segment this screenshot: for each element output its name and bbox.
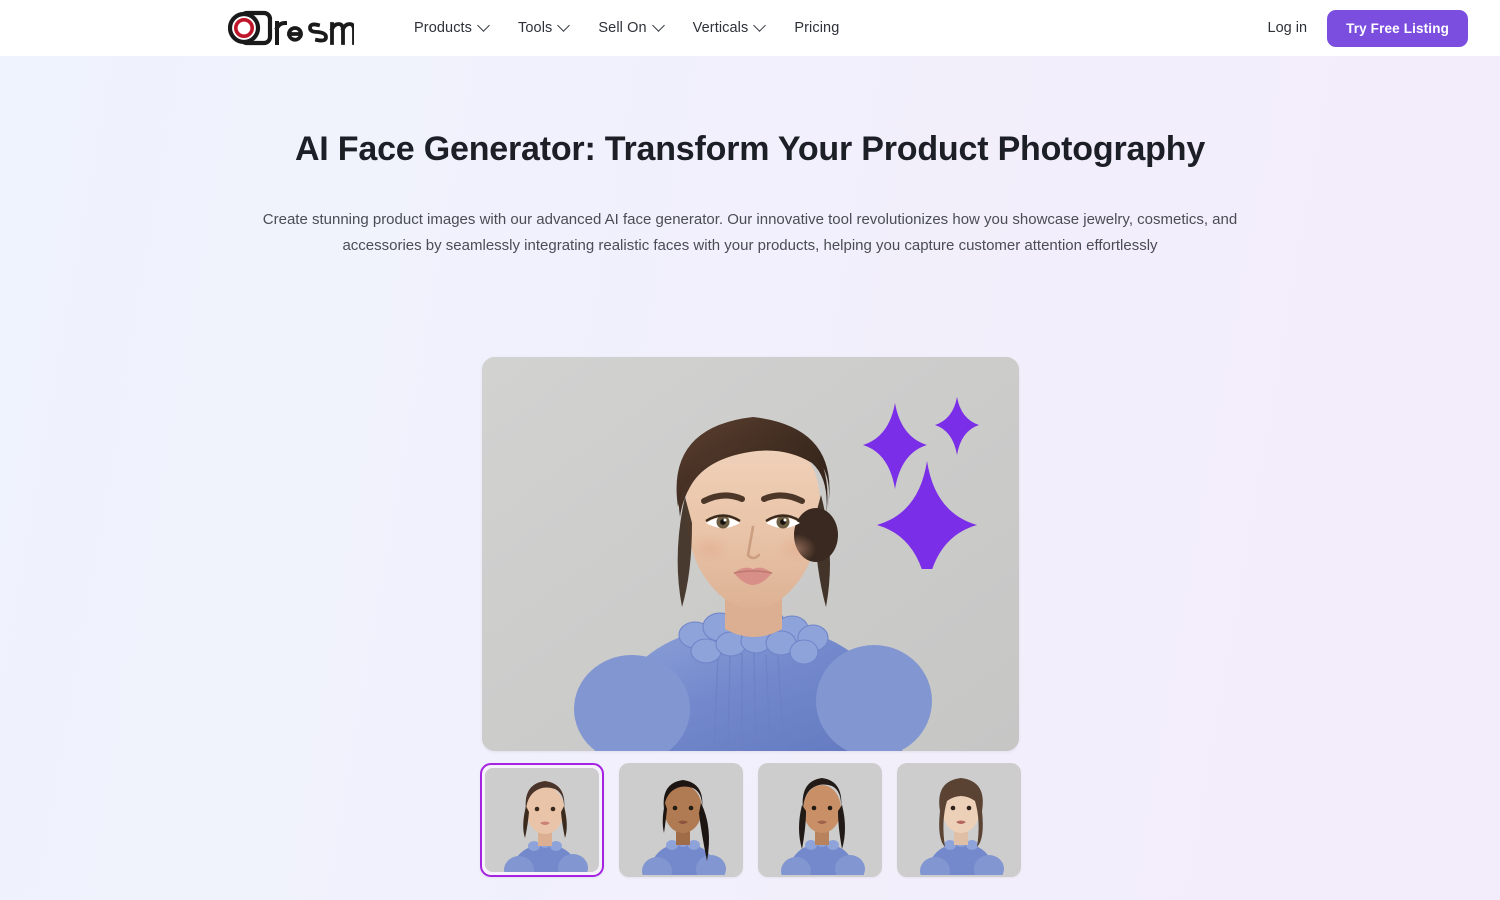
thumbnail-image	[484, 768, 599, 872]
hero-section: AI Face Generator: Transform Your Produc…	[0, 56, 1500, 259]
chevron-down-icon	[753, 18, 767, 32]
nav-item-pricing[interactable]: Pricing	[794, 14, 839, 42]
chevron-down-icon	[651, 18, 665, 32]
nav-item-verticals[interactable]: Verticals	[692, 14, 767, 42]
thumbnail-face-variant-4[interactable]	[896, 763, 1021, 877]
showcase-section	[0, 357, 1500, 877]
hero-subtitle: Create stunning product images with our …	[262, 210, 1238, 254]
nav-item-products[interactable]: Products	[414, 14, 490, 42]
face-variant-thumbnail-strip	[479, 763, 1021, 877]
header-actions: Log in Try Free Listing	[1268, 9, 1468, 47]
nav-item-sell-on[interactable]: Sell On	[598, 14, 665, 42]
thumbnail-face-variant-3[interactable]	[757, 763, 882, 877]
primary-navigation: Products Tools Sell On Verticals Pricing	[414, 14, 1268, 42]
model-portrait-illustration	[481, 357, 1019, 751]
nav-item-label: Verticals	[692, 20, 749, 36]
main-preview-image[interactable]	[481, 357, 1019, 751]
thumbnail-face-variant-2[interactable]	[618, 763, 743, 877]
dresma-camera-lens-logo-icon	[228, 10, 354, 46]
nav-item-label: Tools	[518, 20, 553, 36]
thumbnail-image	[759, 765, 880, 875]
thumbnail-image	[898, 765, 1019, 875]
page-title: AI Face Generator: Transform Your Produc…	[294, 130, 1206, 168]
login-link[interactable]: Log in	[1268, 20, 1308, 36]
nav-item-label: Sell On	[598, 20, 647, 36]
chevron-down-icon	[477, 18, 490, 32]
chevron-down-icon	[557, 18, 571, 32]
site-header: Products Tools Sell On Verticals Pricing	[0, 0, 1500, 56]
thumbnail-image	[620, 765, 741, 875]
thumbnail-face-variant-1[interactable]	[479, 763, 604, 877]
dresma-logo[interactable]	[228, 6, 354, 50]
page-root: Products Tools Sell On Verticals Pricing	[0, 0, 1500, 900]
try-free-listing-button[interactable]: Try Free Listing	[1327, 9, 1468, 47]
nav-item-label: Pricing	[794, 20, 840, 36]
portrait-artwork	[481, 357, 1019, 751]
nav-item-label: Products	[414, 20, 473, 36]
header-inner: Products Tools Sell On Verticals Pricing	[0, 0, 1500, 56]
nav-item-tools[interactable]: Tools	[518, 14, 571, 42]
